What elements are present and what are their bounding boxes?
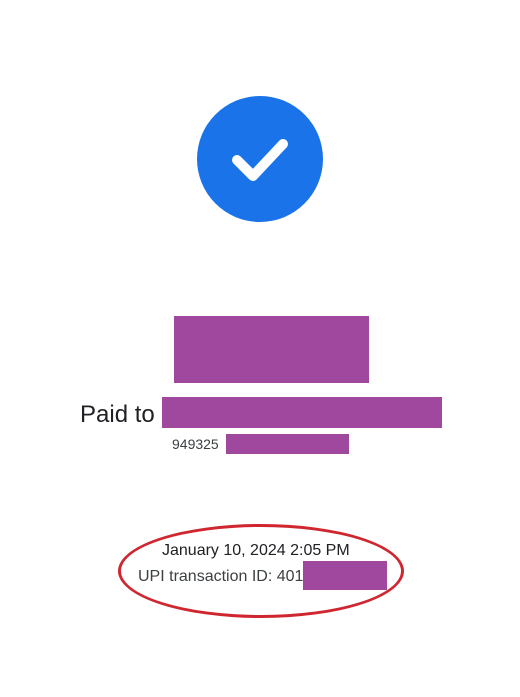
red-circle-annotation	[118, 524, 404, 618]
check-icon	[232, 139, 288, 181]
paid-to-label: Paid to	[80, 401, 155, 428]
redacted-amount	[174, 316, 369, 383]
redacted-phone-digits	[226, 434, 349, 454]
success-check-badge	[197, 96, 323, 222]
payee-phone-number: 949325	[172, 436, 219, 452]
redacted-payee-name	[162, 397, 442, 428]
